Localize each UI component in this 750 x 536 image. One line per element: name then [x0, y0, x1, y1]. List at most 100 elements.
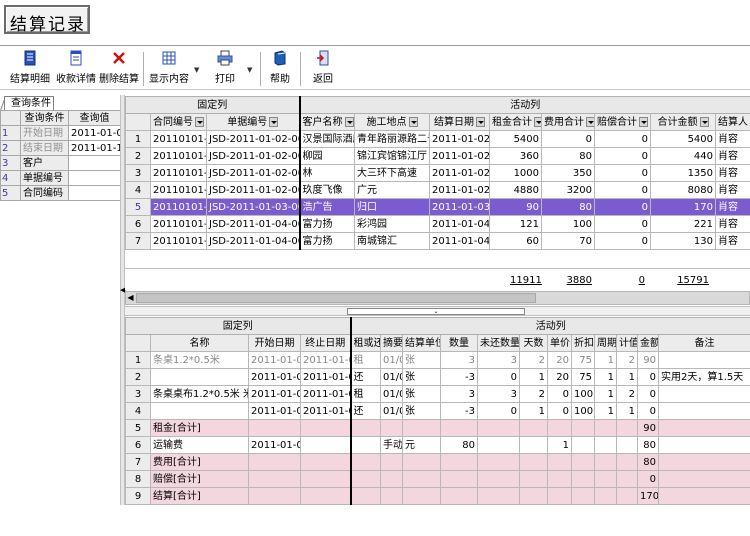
table-row[interactable]: 220110101-03JSD-2011-01-02-0002柳园锦江宾馆锦江厅… — [125, 147, 750, 165]
upper-column-header[interactable]: 单据编号 — [205, 113, 301, 131]
column-filter-dropdown-icon[interactable] — [586, 116, 594, 127]
table-cell[interactable]: JSD-2011-01-02-0002 — [205, 147, 301, 165]
table-cell[interactable] — [300, 470, 352, 488]
table-cell[interactable]: 20110101-03 — [150, 147, 207, 165]
table-cell[interactable] — [300, 436, 352, 454]
table-cell[interactable]: 1 — [594, 385, 617, 403]
table-cell[interactable]: 0 — [477, 402, 520, 420]
table-cell[interactable]: 广元 — [354, 181, 431, 199]
table-cell[interactable] — [657, 487, 750, 505]
table-cell[interactable]: 张 — [402, 351, 441, 369]
table-cell[interactable] — [657, 470, 750, 488]
lower-column-header[interactable]: 金额 — [637, 334, 659, 352]
table-cell[interactable]: 租金[合计] — [150, 419, 249, 437]
table-cell[interactable]: 2011-01-04 — [429, 232, 491, 250]
table-cell[interactable]: 20110101-01 — [150, 130, 207, 148]
lower-column-header[interactable]: 摘要 — [380, 334, 403, 352]
lower-column-header[interactable]: 名称 — [150, 334, 249, 352]
column-filter-dropdown-icon[interactable] — [534, 116, 541, 127]
table-cell[interactable] — [440, 453, 478, 471]
table-cell[interactable]: 租 — [350, 385, 381, 403]
table-cell[interactable] — [571, 487, 595, 505]
delete-settlement-button[interactable]: 删除结算 — [99, 50, 139, 88]
print-button[interactable]: 打印 — [210, 50, 240, 88]
table-cell[interactable]: 元 — [402, 436, 441, 454]
divider-handle[interactable]: ⌄ — [347, 308, 525, 315]
table-cell[interactable] — [380, 419, 403, 437]
table-cell[interactable]: 费用[合计] — [150, 453, 249, 471]
table-cell[interactable]: 0 — [541, 130, 596, 148]
table-cell[interactable] — [594, 470, 617, 488]
table-cell[interactable]: 2011-01-02 — [429, 147, 491, 165]
display-content-dropdown-arrow[interactable]: ▼ — [194, 66, 199, 74]
table-cell[interactable]: JSD-2011-01-02-0003 — [205, 164, 301, 182]
table-cell[interactable]: 121 — [489, 215, 543, 233]
column-filter-dropdown-icon[interactable] — [344, 116, 354, 127]
table-cell[interactable]: 张 — [402, 402, 441, 420]
table-cell[interactable]: 还 — [350, 368, 381, 386]
lower-column-header[interactable]: 终止日期 — [300, 334, 352, 352]
table-cell[interactable] — [440, 470, 478, 488]
upper-column-header[interactable]: 费用合计 — [541, 113, 596, 131]
table-cell[interactable]: 2011-01-02 — [429, 164, 491, 182]
table-cell[interactable]: 3 — [477, 385, 520, 403]
table-cell[interactable]: 2 — [616, 351, 638, 369]
table-row[interactable]: 22011-01-032011-01-03还01/0张-3012075110实用… — [125, 368, 750, 386]
table-cell[interactable] — [519, 453, 548, 471]
table-cell[interactable]: 0 — [594, 147, 652, 165]
table-cell[interactable]: 20 — [547, 351, 572, 369]
upper-column-header[interactable]: 结算日期 — [429, 113, 491, 131]
table-cell[interactable]: 5400 — [650, 130, 717, 148]
table-cell[interactable]: 运输费 — [150, 436, 249, 454]
table-cell[interactable]: 2011-01-03 — [300, 402, 352, 420]
table-cell[interactable]: JSD-2011-01-04-0002 — [205, 232, 301, 250]
table-cell[interactable] — [547, 487, 572, 505]
table-cell[interactable]: 赔偿[合计] — [150, 470, 249, 488]
table-cell[interactable]: 肖容 — [715, 215, 750, 233]
table-cell[interactable] — [440, 419, 478, 437]
table-cell[interactable]: 75 — [571, 368, 595, 386]
table-cell[interactable]: 80 — [637, 436, 659, 454]
table-cell[interactable] — [402, 453, 441, 471]
column-filter-dropdown-icon[interactable] — [195, 116, 204, 127]
table-cell[interactable] — [571, 436, 595, 454]
column-filter-dropdown-icon[interactable] — [269, 116, 279, 127]
table-cell[interactable] — [150, 402, 249, 420]
table-cell[interactable]: 80 — [637, 453, 659, 471]
table-row[interactable]: 620110101-04JSD-2011-01-04-0001富力扬彩鸿园201… — [125, 215, 750, 233]
lower-column-header[interactable]: 开始日期 — [248, 334, 301, 352]
table-cell[interactable]: 2011-01-02 — [300, 385, 352, 403]
table-cell[interactable]: 01/0 — [380, 402, 403, 420]
table-cell[interactable]: 20 — [547, 368, 572, 386]
lower-column-header[interactable]: 备注 — [657, 334, 750, 352]
table-cell[interactable] — [657, 402, 750, 420]
table-cell[interactable]: 2011-01-03 — [248, 368, 301, 386]
query-row[interactable]: 3 客户 — [0, 155, 121, 171]
table-cell[interactable]: 0 — [594, 215, 652, 233]
table-cell[interactable]: 结算[合计] — [150, 487, 249, 505]
table-cell[interactable]: 1 — [594, 402, 617, 420]
table-cell[interactable]: 01/0 — [380, 351, 403, 369]
lower-column-header[interactable]: 折扣 — [571, 334, 595, 352]
table-cell[interactable]: 70 — [541, 232, 596, 250]
lower-column-header[interactable]: 计值 — [616, 334, 638, 352]
table-cell[interactable] — [519, 419, 548, 437]
table-cell[interactable]: 1 — [594, 368, 617, 386]
table-cell[interactable] — [248, 419, 301, 437]
table-cell[interactable]: 01/0 — [380, 385, 403, 403]
table-cell[interactable]: 2011-01-03 — [248, 402, 301, 420]
table-cell[interactable] — [300, 487, 352, 505]
table-cell[interactable]: 3 — [477, 351, 520, 369]
table-cell[interactable]: 75 — [571, 351, 595, 369]
table-cell[interactable]: 20110101-07 — [150, 164, 207, 182]
table-cell[interactable]: 60 — [489, 232, 543, 250]
table-cell[interactable]: 2011-01-01 — [248, 351, 301, 369]
table-cell[interactable] — [380, 470, 403, 488]
upper-column-header[interactable]: 赔偿合计 — [594, 113, 652, 131]
table-cell[interactable]: 条桌1.2*0.5米 — [150, 351, 249, 369]
table-cell[interactable] — [547, 453, 572, 471]
table-cell[interactable] — [657, 436, 750, 454]
lower-column-header[interactable]: 单价 — [547, 334, 572, 352]
table-cell[interactable]: 01/0 — [380, 368, 403, 386]
lower-column-header[interactable]: 天数 — [519, 334, 548, 352]
